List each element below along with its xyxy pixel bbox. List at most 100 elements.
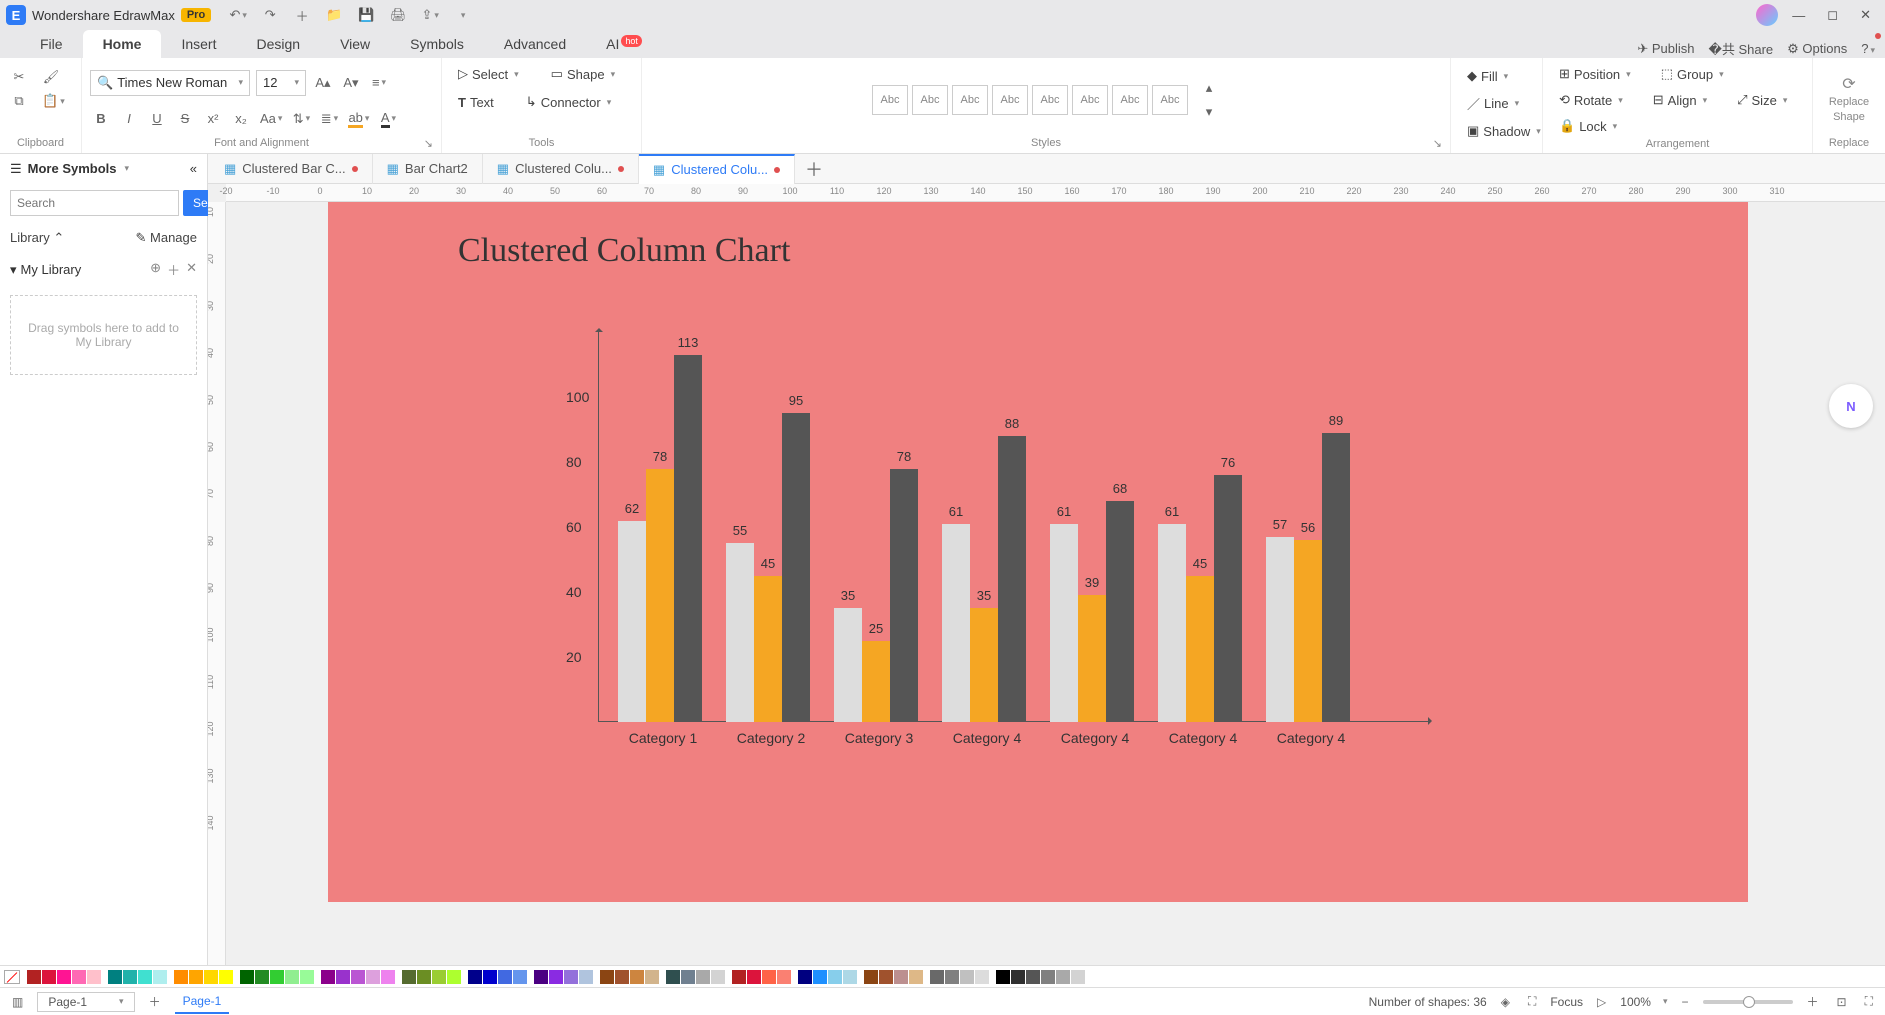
- bar[interactable]: 61: [1158, 524, 1186, 722]
- symbol-search-input[interactable]: [10, 190, 179, 216]
- color-swatch[interactable]: [864, 970, 878, 984]
- color-swatch[interactable]: [138, 970, 152, 984]
- color-swatch[interactable]: [1011, 970, 1025, 984]
- bar[interactable]: 95: [782, 413, 810, 722]
- color-swatch[interactable]: [270, 970, 284, 984]
- add-page-button[interactable]: ＋: [145, 993, 165, 1010]
- color-swatch[interactable]: [960, 970, 974, 984]
- doc-tab-1[interactable]: ▦Bar Chart2: [373, 154, 483, 184]
- color-swatch[interactable]: [447, 970, 461, 984]
- style-swatch-0[interactable]: Abc: [872, 85, 908, 115]
- bar[interactable]: 56: [1294, 540, 1322, 722]
- increase-font-button[interactable]: A▴: [312, 72, 334, 94]
- color-swatch[interactable]: [321, 970, 335, 984]
- bullets-button[interactable]: ≣▾: [318, 108, 340, 130]
- size-dropdown[interactable]: ⤢ Size▾: [1729, 88, 1795, 112]
- bar[interactable]: 76: [1214, 475, 1242, 722]
- color-swatch[interactable]: [240, 970, 254, 984]
- style-swatch-5[interactable]: Abc: [1072, 85, 1108, 115]
- color-swatch[interactable]: [813, 970, 827, 984]
- zoom-out-button[interactable]: −: [1678, 995, 1693, 1009]
- styles-down[interactable]: ▾: [1198, 101, 1220, 123]
- bar[interactable]: 57: [1266, 537, 1294, 722]
- bar[interactable]: 68: [1106, 501, 1134, 722]
- connector-tool[interactable]: ↳ Connector▾: [518, 90, 619, 114]
- help-button[interactable]: ?▾: [1861, 41, 1875, 56]
- select-tool[interactable]: ▷ Select▾: [450, 62, 527, 86]
- color-swatch[interactable]: [189, 970, 203, 984]
- options-button[interactable]: ⚙ Options: [1787, 41, 1847, 57]
- mylib-add-icon[interactable]: ⊕: [150, 260, 161, 279]
- underline-button[interactable]: U: [146, 108, 168, 130]
- collapse-panel-button[interactable]: «: [190, 161, 197, 176]
- maximize-button[interactable]: ◻: [1819, 7, 1846, 23]
- no-fill-swatch[interactable]: [4, 970, 20, 984]
- bar[interactable]: 89: [1322, 433, 1350, 722]
- styles-up[interactable]: ▴: [1198, 77, 1220, 99]
- rotate-dropdown[interactable]: ⟲ Rotate▾: [1551, 88, 1631, 112]
- style-swatch-4[interactable]: Abc: [1032, 85, 1068, 115]
- color-swatch[interactable]: [1071, 970, 1085, 984]
- color-swatch[interactable]: [366, 970, 380, 984]
- new-button[interactable]: ＋: [291, 4, 313, 26]
- color-swatch[interactable]: [996, 970, 1010, 984]
- bar[interactable]: 61: [1050, 524, 1078, 722]
- mylib-expand[interactable]: ▾: [10, 262, 17, 278]
- color-swatch[interactable]: [798, 970, 812, 984]
- color-swatch[interactable]: [615, 970, 629, 984]
- style-swatch-7[interactable]: Abc: [1152, 85, 1188, 115]
- position-dropdown[interactable]: ⊞ Position▾: [1551, 62, 1639, 86]
- menu-tab-file[interactable]: File: [20, 30, 83, 58]
- bar[interactable]: 113: [674, 355, 702, 722]
- bar[interactable]: 61: [942, 524, 970, 722]
- line-dropdown[interactable]: ／ Line▾: [1459, 90, 1527, 117]
- font-color-button[interactable]: A▾: [377, 108, 399, 130]
- color-swatch[interactable]: [432, 970, 446, 984]
- style-swatch-1[interactable]: Abc: [912, 85, 948, 115]
- text-tool[interactable]: T Text: [450, 90, 502, 114]
- add-doc-tab[interactable]: ＋: [795, 156, 833, 182]
- focus-label[interactable]: Focus: [1550, 995, 1583, 1009]
- case-button[interactable]: Aa▾: [258, 108, 284, 130]
- bar[interactable]: 35: [834, 608, 862, 722]
- page-select[interactable]: Page-1▾: [37, 992, 134, 1012]
- color-swatch[interactable]: [666, 970, 680, 984]
- open-button[interactable]: 📁: [323, 4, 345, 26]
- avatar[interactable]: [1756, 4, 1778, 26]
- export-button[interactable]: ⇪▾: [419, 4, 441, 26]
- color-swatch[interactable]: [828, 970, 842, 984]
- fill-dropdown[interactable]: ◆ Fill▾: [1459, 64, 1516, 88]
- color-swatch[interactable]: [732, 970, 746, 984]
- color-swatch[interactable]: [630, 970, 644, 984]
- color-swatch[interactable]: [600, 970, 614, 984]
- bar[interactable]: 55: [726, 543, 754, 722]
- color-swatch[interactable]: [513, 970, 527, 984]
- chart[interactable]: Clustered Column Chart 20406080100 62781…: [448, 222, 1508, 922]
- font-dialog-launcher[interactable]: ↘: [424, 137, 433, 150]
- bold-button[interactable]: B: [90, 108, 112, 130]
- more-symbols-title[interactable]: More Symbols: [28, 161, 117, 176]
- bar[interactable]: 62: [618, 521, 646, 723]
- color-swatch[interactable]: [468, 970, 482, 984]
- share-button[interactable]: �共 Share: [1708, 39, 1773, 58]
- color-swatch[interactable]: [534, 970, 548, 984]
- color-swatch[interactable]: [285, 970, 299, 984]
- color-swatch[interactable]: [894, 970, 908, 984]
- color-swatch[interactable]: [1056, 970, 1070, 984]
- paste-button[interactable]: 📋▾: [40, 90, 67, 112]
- bar[interactable]: 88: [998, 436, 1026, 722]
- color-swatch[interactable]: [300, 970, 314, 984]
- color-swatch[interactable]: [123, 970, 137, 984]
- color-swatch[interactable]: [381, 970, 395, 984]
- zoom-in-button[interactable]: ＋: [1803, 993, 1823, 1010]
- presentation-icon[interactable]: ▷: [1593, 995, 1610, 1009]
- color-swatch[interactable]: [153, 970, 167, 984]
- color-swatch[interactable]: [843, 970, 857, 984]
- color-swatch[interactable]: [975, 970, 989, 984]
- layers-icon[interactable]: ◈: [1497, 995, 1514, 1009]
- color-swatch[interactable]: [1026, 970, 1040, 984]
- doc-tab-3[interactable]: ▦Clustered Colu...: [639, 154, 795, 184]
- bar[interactable]: 25: [862, 641, 890, 722]
- color-swatch[interactable]: [909, 970, 923, 984]
- save-button[interactable]: 💾: [355, 4, 377, 26]
